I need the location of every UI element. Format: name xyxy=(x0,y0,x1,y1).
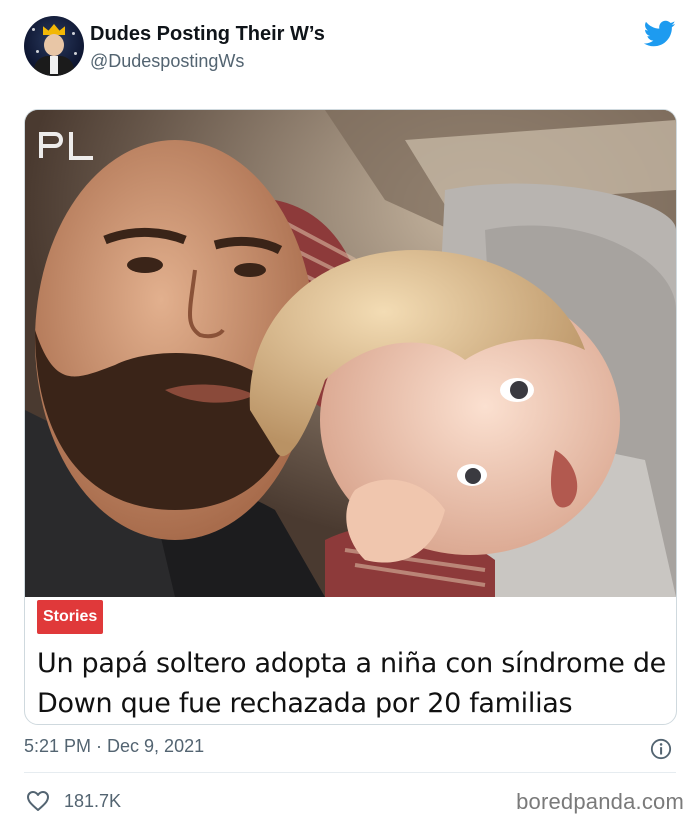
heart-icon[interactable] xyxy=(26,790,50,812)
boredpanda-watermark: boredpanda.com xyxy=(516,789,684,814)
twitter-bird-icon[interactable] xyxy=(644,20,676,48)
tweet-header: Dudes Posting Their W’s @DudespostingWs xyxy=(24,16,680,80)
pl-watermark-logo xyxy=(39,132,93,160)
author-avatar[interactable] xyxy=(24,16,84,76)
divider xyxy=(24,772,676,773)
author-name[interactable]: Dudes Posting Their W’s xyxy=(90,23,325,46)
link-card[interactable]: Stories Un papá soltero adopta a niña co… xyxy=(24,109,677,725)
tweet-timestamp[interactable]: 5:21 PM · Dec 9, 2021 xyxy=(24,736,204,757)
info-icon[interactable] xyxy=(650,738,672,760)
article-headline[interactable]: Un papá soltero adopta a niña con síndro… xyxy=(37,644,667,724)
article-photo xyxy=(25,110,676,597)
author-handle[interactable]: @DudespostingWs xyxy=(90,51,244,72)
stories-badge: Stories xyxy=(37,600,104,634)
like-count: 181.7K xyxy=(64,791,122,811)
